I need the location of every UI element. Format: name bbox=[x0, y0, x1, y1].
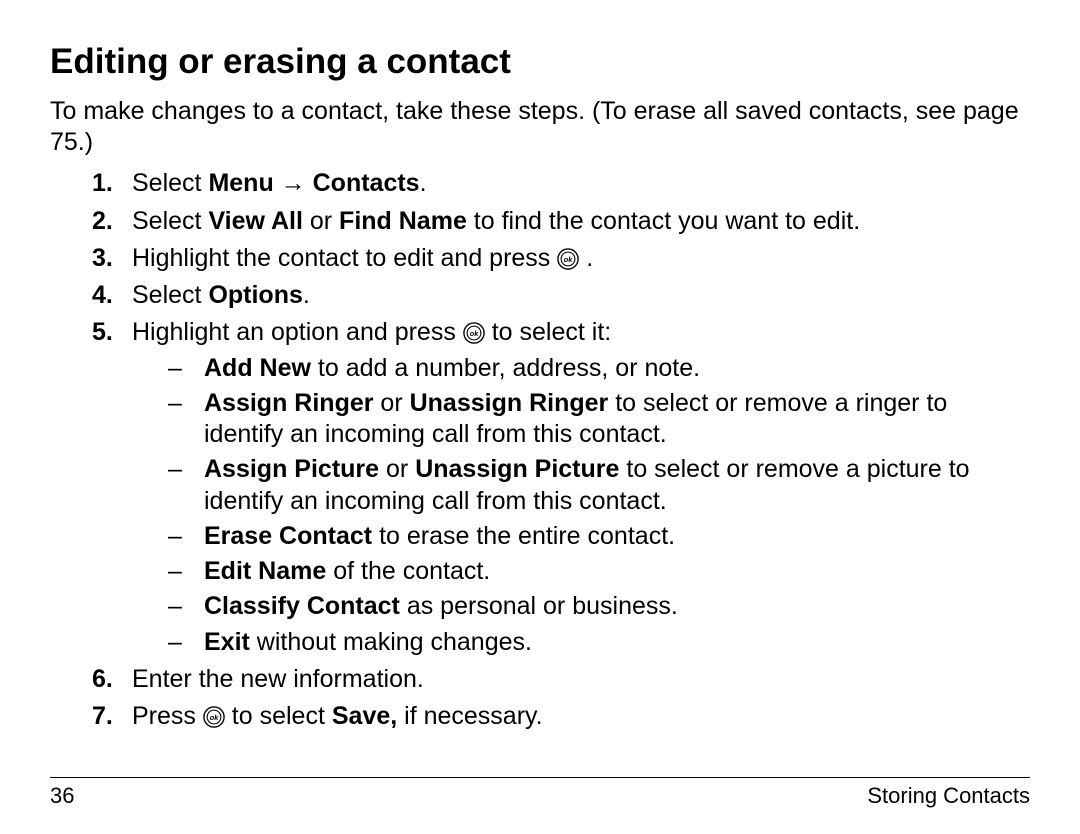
ok-button-icon bbox=[463, 321, 485, 343]
step-4: 4. Select Options. bbox=[50, 280, 1030, 311]
option-classify-contact: –Classify Contact as personal or busines… bbox=[132, 591, 1030, 622]
step-number: 3. bbox=[92, 243, 113, 274]
dash: – bbox=[168, 521, 182, 552]
option-text: without making changes. bbox=[250, 628, 532, 656]
step-number: 2. bbox=[92, 206, 113, 237]
step-text: if necessary. bbox=[397, 702, 542, 730]
option-text: of the contact. bbox=[326, 557, 490, 585]
step-text: . bbox=[579, 244, 593, 272]
option-bold: Exit bbox=[204, 628, 250, 656]
step-bold: Menu bbox=[208, 169, 273, 197]
step-text: Highlight the contact to edit and press bbox=[132, 244, 557, 272]
dash: – bbox=[168, 388, 182, 419]
option-add-new: –Add New to add a number, address, or no… bbox=[132, 353, 1030, 384]
page-title: Editing or erasing a contact bbox=[50, 40, 1030, 84]
option-edit-name: –Edit Name of the contact. bbox=[132, 556, 1030, 587]
option-text: or bbox=[379, 455, 415, 483]
intro-paragraph: To make changes to a contact, take these… bbox=[50, 96, 1030, 159]
option-erase-contact: –Erase Contact to erase the entire conta… bbox=[132, 521, 1030, 552]
manual-page: Editing or erasing a contact To make cha… bbox=[0, 0, 1080, 834]
step-bold: Options bbox=[208, 281, 302, 309]
step-bold: View All bbox=[208, 207, 302, 235]
page-footer: 36 Storing Contacts bbox=[50, 777, 1030, 810]
step-text: Enter the new information. bbox=[132, 665, 424, 693]
option-bold: Assign Picture bbox=[204, 455, 379, 483]
section-name: Storing Contacts bbox=[867, 782, 1030, 810]
step-text: . bbox=[303, 281, 310, 309]
step-number: 6. bbox=[92, 664, 113, 695]
step-number: 7. bbox=[92, 701, 113, 732]
step-7: 7. Press to select Save, if necessary. bbox=[50, 701, 1030, 732]
option-bold: Unassign Ringer bbox=[410, 389, 609, 417]
dash: – bbox=[168, 454, 182, 485]
option-bold: Classify Contact bbox=[204, 592, 400, 620]
dash: – bbox=[168, 591, 182, 622]
step-text: Highlight an option and press bbox=[132, 318, 463, 346]
step-text: or bbox=[303, 207, 339, 235]
option-bold: Add New bbox=[204, 354, 311, 382]
step-text: Select bbox=[132, 281, 208, 309]
step-2: 2. Select View All or Find Name to find … bbox=[50, 206, 1030, 237]
step-number: 4. bbox=[92, 280, 113, 311]
dash: – bbox=[168, 627, 182, 658]
option-bold: Edit Name bbox=[204, 557, 326, 585]
step-5: 5. Highlight an option and press to sele… bbox=[50, 317, 1030, 658]
option-assign-ringer: –Assign Ringer or Unassign Ringer to sel… bbox=[132, 388, 1030, 451]
step-text: Select bbox=[132, 207, 208, 235]
option-text: to add a number, address, or note. bbox=[311, 354, 700, 382]
options-sublist: –Add New to add a number, address, or no… bbox=[132, 353, 1030, 658]
step-text: to select it: bbox=[485, 318, 611, 346]
option-text: or bbox=[373, 389, 409, 417]
dash: – bbox=[168, 353, 182, 384]
step-bold: Find Name bbox=[339, 207, 467, 235]
step-text: Press bbox=[132, 702, 203, 730]
arrow-icon: → bbox=[274, 169, 313, 197]
ok-button-icon bbox=[557, 247, 579, 269]
ok-button-icon bbox=[203, 705, 225, 727]
step-number: 1. bbox=[92, 168, 113, 199]
step-text: . bbox=[420, 169, 427, 197]
option-exit: –Exit without making changes. bbox=[132, 627, 1030, 658]
option-bold: Assign Ringer bbox=[204, 389, 373, 417]
dash: – bbox=[168, 556, 182, 587]
step-text: to find the contact you want to edit. bbox=[467, 207, 860, 235]
step-6: 6. Enter the new information. bbox=[50, 664, 1030, 695]
step-text: Select bbox=[132, 169, 208, 197]
option-bold: Unassign Picture bbox=[415, 455, 619, 483]
option-text: to erase the entire contact. bbox=[372, 522, 675, 550]
option-assign-picture: –Assign Picture or Unassign Picture to s… bbox=[132, 454, 1030, 517]
step-number: 5. bbox=[92, 317, 113, 348]
page-number: 36 bbox=[50, 782, 74, 810]
steps-list: 1. Select Menu → Contacts. 2. Select Vie… bbox=[50, 168, 1030, 732]
step-bold: Contacts bbox=[313, 169, 420, 197]
step-1: 1. Select Menu → Contacts. bbox=[50, 168, 1030, 199]
step-bold: Save, bbox=[332, 702, 397, 730]
step-3: 3. Highlight the contact to edit and pre… bbox=[50, 243, 1030, 274]
option-text: as personal or business. bbox=[400, 592, 678, 620]
option-bold: Erase Contact bbox=[204, 522, 372, 550]
step-text: to select bbox=[225, 702, 332, 730]
